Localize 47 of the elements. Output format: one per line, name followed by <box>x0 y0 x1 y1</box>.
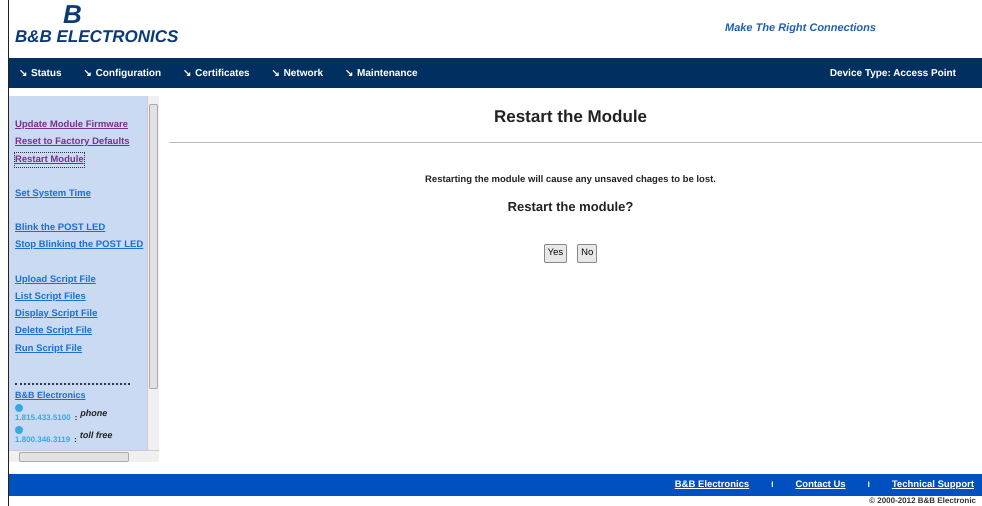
sidebar-link[interactable]: Run Script File <box>15 342 82 356</box>
sidebar-link[interactable]: Display Script File <box>15 307 98 322</box>
sidebar-link[interactable]: Reset to Factory Defaults <box>15 135 130 150</box>
phone-number: 1.800.346.3119 <box>15 434 70 446</box>
sidebar-link[interactable]: Update Module Firmware <box>15 118 128 132</box>
separator: I <box>771 479 774 491</box>
phone-number: 1.815.433.5100 <box>15 412 71 424</box>
arrow-icon: ↘ <box>183 68 192 78</box>
separator: : <box>74 434 77 446</box>
footer-link[interactable]: Technical Support <box>892 478 974 492</box>
page-title: Restart the Module <box>494 106 648 128</box>
no-button[interactable]: No <box>577 244 598 262</box>
separator: I <box>868 479 870 491</box>
copyright-text: © 2000-2012 B&B Electronic <box>868 496 977 506</box>
logo-mark: B <box>63 0 83 28</box>
sidebar-link[interactable]: List Script Files <box>15 290 86 304</box>
nav-menu-item[interactable]: ↘ Configuration <box>84 66 162 80</box>
footer-link[interactable]: Contact Us <box>795 478 846 492</box>
phone-label: phone <box>80 407 108 420</box>
nav-menu-item[interactable]: ↘ Network <box>272 66 324 80</box>
sidebar-link[interactable]: Restart Module <box>15 152 84 167</box>
phone-label: toll free <box>80 429 112 442</box>
phone-icon <box>15 404 23 412</box>
warning-text: Restarting the module will cause any unsaved chages to be lost. <box>425 172 716 186</box>
confirm-question: Restart the module? <box>508 198 634 216</box>
sidebar-link[interactable]: Blink the POST LED <box>15 221 106 236</box>
arrow-icon: ↘ <box>19 68 27 78</box>
nav-menu-item[interactable]: ↘ Maintenance <box>345 66 418 80</box>
yes-button[interactable]: Yes <box>544 244 568 262</box>
logo-wordmark: B&B ELECTRONICS <box>15 28 178 46</box>
nav-menu-item[interactable]: ↘ Certificates <box>183 66 250 80</box>
device-type-label: Device Type: Access Point <box>830 66 956 80</box>
phone-icon <box>15 426 23 434</box>
arrow-icon: ↘ <box>84 68 92 78</box>
separator: : <box>74 412 78 424</box>
company-link[interactable]: B&B Electronics <box>15 388 86 402</box>
sidebar-link[interactable]: Upload Script File <box>15 272 96 287</box>
footer-link[interactable]: B&B Electronics <box>674 478 750 492</box>
tagline: Make The Right Connections <box>725 21 876 36</box>
arrow-icon: ↘ <box>345 68 354 78</box>
nav-menu-item[interactable]: ↘ Status <box>19 66 62 80</box>
arrow-icon: ↘ <box>272 68 280 78</box>
horizontal-scrollbar[interactable] <box>9 450 159 462</box>
sidebar-link[interactable]: Set System Time <box>15 186 91 201</box>
vertical-scrollbar[interactable] <box>147 96 159 450</box>
sidebar-link[interactable]: Delete Script File <box>15 324 92 338</box>
sidebar-link[interactable]: Stop Blinking the POST LED <box>15 238 144 252</box>
